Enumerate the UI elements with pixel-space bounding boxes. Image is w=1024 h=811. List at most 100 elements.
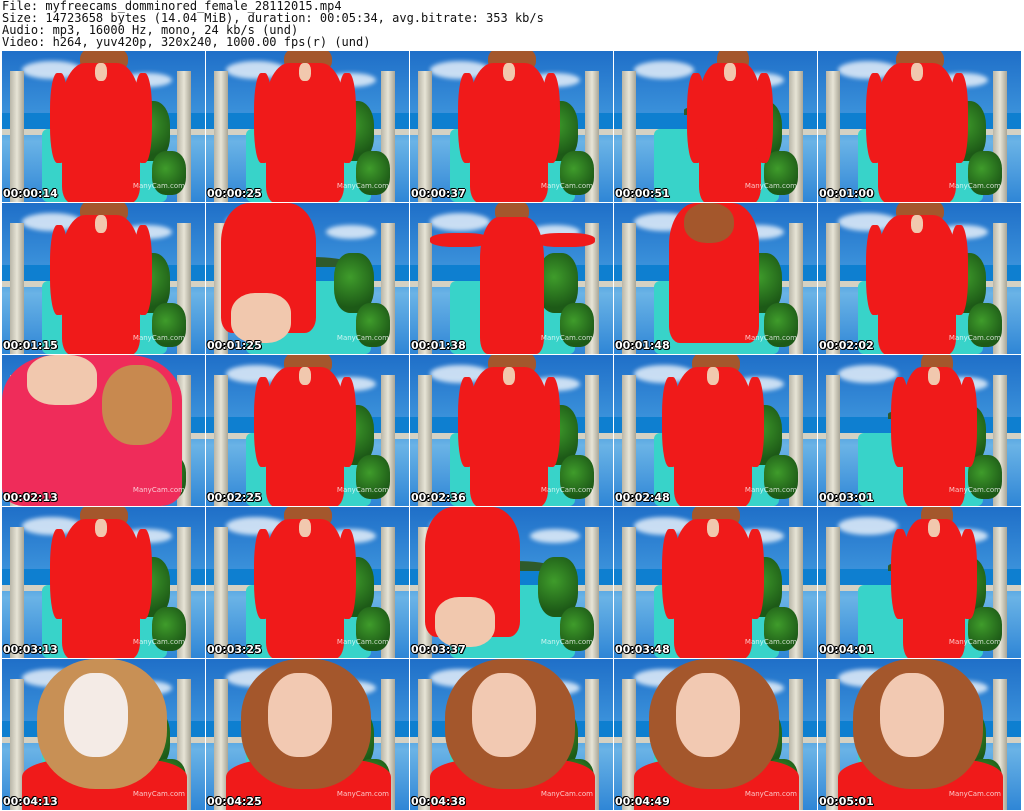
video-thumbnail: ManyCam.com 00:04:25 xyxy=(206,659,409,810)
arm xyxy=(866,225,884,315)
watermark: ManyCam.com xyxy=(336,638,389,646)
neckline xyxy=(95,519,107,537)
arm xyxy=(535,233,595,247)
timestamp: 00:04:01 xyxy=(819,643,874,656)
arm xyxy=(662,377,680,467)
watermark: ManyCam.com xyxy=(132,182,185,190)
arm xyxy=(430,233,490,247)
video-thumbnail: ManyCam.com 00:01:48 xyxy=(614,203,817,354)
face xyxy=(472,673,536,757)
timestamp: 00:00:14 xyxy=(3,187,58,200)
arm xyxy=(338,73,356,163)
timestamp: 00:03:25 xyxy=(207,643,262,656)
timestamp: 00:00:37 xyxy=(411,187,466,200)
video-thumbnail: ManyCam.com 00:02:13 xyxy=(2,355,205,506)
video-thumbnail: ManyCam.com 00:00:37 xyxy=(410,51,613,202)
timestamp: 00:01:48 xyxy=(615,339,670,352)
pillar xyxy=(214,71,228,202)
watermark: ManyCam.com xyxy=(948,790,1001,798)
red-shirt xyxy=(62,215,140,354)
skin xyxy=(231,293,291,343)
timestamp: 00:00:51 xyxy=(615,187,670,200)
arm xyxy=(950,73,968,163)
skin xyxy=(435,597,495,647)
arm xyxy=(959,529,977,619)
watermark: ManyCam.com xyxy=(336,334,389,342)
hair xyxy=(684,203,734,243)
timestamp: 00:05:01 xyxy=(819,795,874,808)
neckline xyxy=(911,63,923,81)
watermark: ManyCam.com xyxy=(336,486,389,494)
watermark: ManyCam.com xyxy=(132,638,185,646)
arm xyxy=(134,225,152,315)
video-thumbnail: ManyCam.com 00:00:51 xyxy=(614,51,817,202)
timestamp: 00:04:49 xyxy=(615,795,670,808)
arm xyxy=(662,529,680,619)
watermark: ManyCam.com xyxy=(744,486,797,494)
video-thumbnail: ManyCam.com 00:03:48 xyxy=(614,507,817,658)
cloud xyxy=(634,61,694,79)
watermark: ManyCam.com xyxy=(948,182,1001,190)
arm xyxy=(866,73,884,163)
video-thumbnail: ManyCam.com 00:04:38 xyxy=(410,659,613,810)
neckline xyxy=(299,63,311,81)
timestamp: 00:02:02 xyxy=(819,339,874,352)
video-thumbnail: ManyCam.com 00:02:02 xyxy=(818,203,1021,354)
neckline xyxy=(928,519,940,537)
neckline xyxy=(503,367,515,385)
timestamp: 00:01:38 xyxy=(411,339,466,352)
timestamp: 00:04:38 xyxy=(411,795,466,808)
watermark: ManyCam.com xyxy=(540,486,593,494)
red-shirt xyxy=(470,63,548,202)
timestamp: 00:04:25 xyxy=(207,795,262,808)
face xyxy=(676,673,740,757)
red-shirt xyxy=(674,519,752,658)
arm xyxy=(542,73,560,163)
watermark: ManyCam.com xyxy=(336,790,389,798)
cloud xyxy=(326,225,376,239)
arm xyxy=(755,73,773,163)
arm xyxy=(458,73,476,163)
red-shirt xyxy=(62,519,140,658)
timestamp: 00:03:13 xyxy=(3,643,58,656)
red-shirt xyxy=(470,367,548,506)
red-shirt xyxy=(266,367,344,506)
thumbnail-grid: ManyCam.com 00:00:14 ManyCam.com 00:00:25 Ma… xyxy=(2,51,1022,811)
watermark: ManyCam.com xyxy=(540,334,593,342)
arm xyxy=(891,529,909,619)
pillar xyxy=(826,223,840,354)
timestamp: 00:01:25 xyxy=(207,339,262,352)
video-thumbnail: ManyCam.com 00:01:38 xyxy=(410,203,613,354)
neckline xyxy=(503,63,515,81)
video-thumbnail: ManyCam.com 00:01:15 xyxy=(2,203,205,354)
watermark: ManyCam.com xyxy=(744,790,797,798)
pillar xyxy=(10,71,24,202)
watermark: ManyCam.com xyxy=(132,486,185,494)
watermark: ManyCam.com xyxy=(948,486,1001,494)
cloud xyxy=(430,213,490,231)
pillar xyxy=(10,223,24,354)
skin xyxy=(27,355,97,405)
neckline xyxy=(928,367,940,385)
pillar xyxy=(622,527,636,658)
watermark: ManyCam.com xyxy=(744,334,797,342)
timestamp: 00:02:25 xyxy=(207,491,262,504)
watermark: ManyCam.com xyxy=(540,182,593,190)
file-info-header: File: myfreecams_domminored_female_28112… xyxy=(2,0,1022,48)
timestamp: 00:02:48 xyxy=(615,491,670,504)
video-thumbnail: ManyCam.com 00:03:25 xyxy=(206,507,409,658)
pillar xyxy=(418,375,432,506)
arm xyxy=(891,377,909,467)
arm xyxy=(338,377,356,467)
neckline xyxy=(299,519,311,537)
arm xyxy=(254,529,272,619)
cloud xyxy=(530,529,580,543)
neckline xyxy=(707,367,719,385)
arm xyxy=(746,377,764,467)
arm xyxy=(134,73,152,163)
video-thumbnail: ManyCam.com 00:02:48 xyxy=(614,355,817,506)
watermark: ManyCam.com xyxy=(744,638,797,646)
video-info-line: Video: h264, yuv420p, 320x240, 1000.00 f… xyxy=(2,35,371,49)
timestamp: 00:02:36 xyxy=(411,491,466,504)
watermark: ManyCam.com xyxy=(948,334,1001,342)
